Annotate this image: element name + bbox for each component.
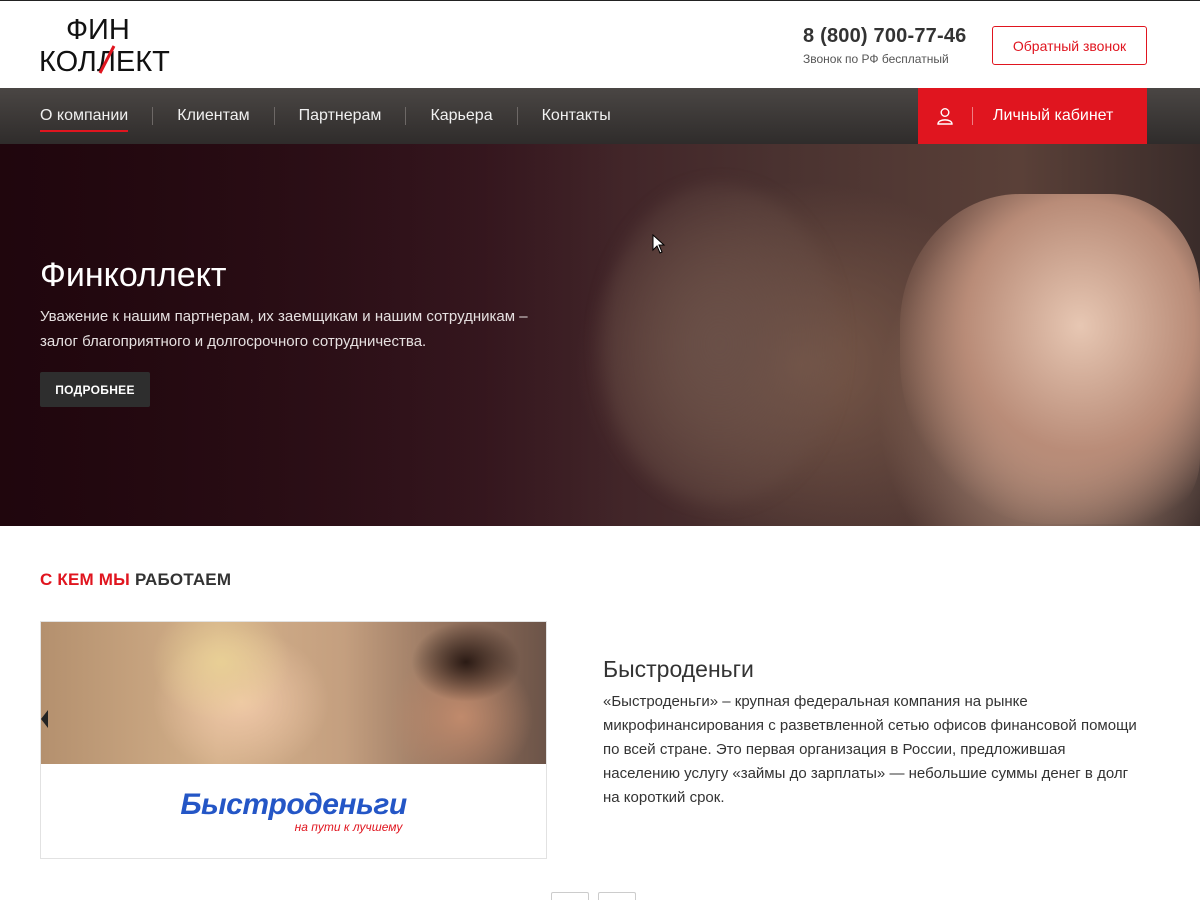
partner-logo-slogan: на пути к лучшему [294, 820, 403, 834]
partner-name: Быстроденьги [603, 656, 754, 682]
carousel-next-button[interactable] [598, 892, 636, 900]
nav-item-partners[interactable]: Партнерам [299, 107, 382, 125]
hero-text: Уважение к нашим партнерам, их заемщикам… [40, 308, 528, 350]
nav-item-career[interactable]: Карьера [430, 107, 492, 125]
hero-background-figure [600, 184, 840, 504]
section-title-dark: РАБОТАЕМ [134, 570, 232, 589]
phone-note: Звонок по РФ бесплатный [803, 52, 949, 66]
mouse-cursor-icon [652, 233, 666, 259]
site-header: ФИН КОЛЛЕКТ 8 (800) 700-77-46 Звонок по … [0, 0, 1200, 88]
phone-block: 8 (800) 700-77-46 Звонок по РФ бесплатны… [803, 25, 967, 66]
partner-card[interactable]: Быстроденьги на пути к лучшему [40, 621, 547, 859]
hero-banner: Финколлект Уважение к нашим партнерам, и… [0, 144, 1200, 526]
cabinet-divider [972, 107, 973, 125]
nav-divider [516, 107, 518, 125]
more-button[interactable]: ПОДРОБНЕЕ [40, 372, 150, 407]
nav-divider [152, 107, 154, 125]
carousel-prev-button[interactable] [551, 892, 589, 900]
bystrodengi-logo: Быстроденьги на пути к лучшему [41, 764, 546, 858]
section-title-red: С КЕМ МЫ [40, 570, 131, 589]
carousel-prev-icon[interactable] [41, 710, 48, 728]
nav-divider [405, 107, 407, 125]
callback-button[interactable]: Обратный звонок [992, 26, 1147, 65]
logo-bottom-text: КОЛЛЕКТ [39, 46, 170, 75]
cabinet-label: Личный кабинет [993, 107, 1114, 124]
nav-items: О компании Клиентам Партнерам Карьера Ко… [40, 88, 611, 144]
hero-background-hand [900, 194, 1200, 524]
finkollekt-logo[interactable]: ФИН КОЛЛЕКТ [38, 13, 174, 75]
nav-item-clients[interactable]: Клиентам [177, 107, 249, 125]
user-icon [936, 107, 954, 125]
logo-top-text: ФИН [66, 14, 130, 46]
phone-number[interactable]: 8 (800) 700-77-46 [803, 25, 967, 48]
section-title: С КЕМ МЫ РАБОТАЕМ [40, 570, 231, 590]
nav-item-contacts[interactable]: Контакты [542, 107, 611, 125]
nav-divider [273, 107, 275, 125]
partner-description: «Быстроденьги» – крупная федеральная ком… [603, 693, 1137, 806]
nav-item-about[interactable]: О компании [40, 107, 129, 132]
personal-cabinet-button[interactable]: Личный кабинет [918, 88, 1147, 144]
photo-person-man [411, 622, 521, 702]
hero-title: Финколлект [40, 256, 227, 294]
photo-person-woman [151, 622, 291, 722]
partner-photo [41, 622, 546, 764]
partner-logo-text: Быстроденьги [180, 788, 407, 821]
